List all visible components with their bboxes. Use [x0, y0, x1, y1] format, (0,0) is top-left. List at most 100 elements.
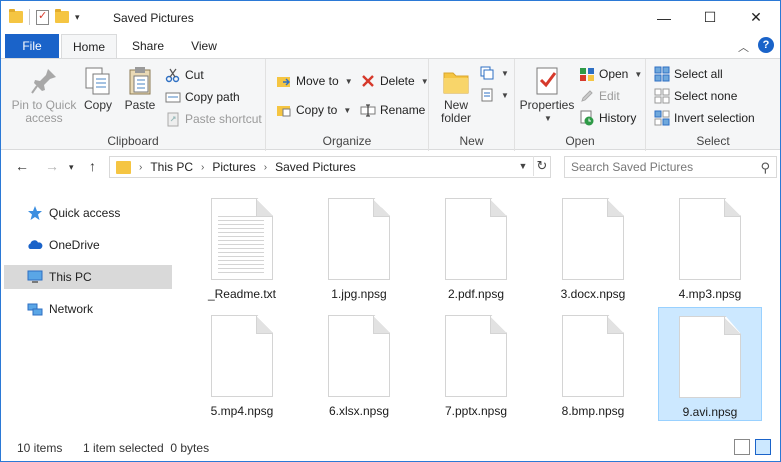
- nav-item-quick-access[interactable]: Quick access: [4, 201, 172, 225]
- search-input[interactable]: Search Saved Pictures ⚲: [564, 156, 777, 178]
- cloud-icon: [27, 237, 43, 253]
- select-none-icon: [654, 88, 670, 104]
- select-none-button[interactable]: Select none: [654, 88, 737, 104]
- file-icon: [562, 315, 624, 397]
- refresh-icon[interactable]: ↻: [533, 156, 550, 176]
- copy-button[interactable]: Copy: [81, 65, 115, 112]
- title-bar: ▾ Saved Pictures — ☐ ✕: [1, 1, 780, 34]
- minimize-button[interactable]: —: [641, 1, 687, 34]
- customize-toolbar-chevron-down-icon[interactable]: ▾: [75, 12, 80, 23]
- file-item[interactable]: 5.mp4.npsg: [190, 307, 294, 421]
- history-button[interactable]: History: [579, 110, 636, 126]
- status-bar: 10 items 1 item selected 0 bytes: [1, 434, 780, 461]
- help-icon[interactable]: ?: [758, 37, 774, 53]
- new-group-label: New: [459, 134, 484, 148]
- paste-button[interactable]: Paste: [121, 65, 159, 112]
- file-item[interactable]: 8.bmp.npsg: [541, 307, 645, 421]
- new-item-dropdown-icon: ▼: [501, 68, 509, 78]
- file-item[interactable]: 1.jpg.npsg: [307, 190, 411, 304]
- copy-path-button[interactable]: Copy path: [165, 89, 240, 105]
- select-all-button[interactable]: Select all: [654, 66, 723, 82]
- edit-icon: [579, 88, 595, 104]
- nav-item-network[interactable]: Network: [4, 297, 172, 321]
- nav-label-this-pc: This PC: [49, 270, 92, 284]
- open-button[interactable]: Open ▼: [579, 66, 642, 82]
- close-button[interactable]: ✕: [733, 1, 779, 34]
- delete-x-icon: [360, 73, 376, 89]
- edit-button[interactable]: Edit: [579, 88, 620, 104]
- tab-file[interactable]: File: [5, 34, 59, 58]
- file-item[interactable]: 2.pdf.npsg: [424, 190, 528, 304]
- properties-icon[interactable]: [36, 9, 49, 25]
- breadcrumb-saved-pictures[interactable]: Saved Pictures: [275, 160, 356, 174]
- file-name: 9.avi.npsg: [682, 405, 738, 419]
- tab-home[interactable]: Home: [61, 34, 117, 58]
- quick-access-toolbar: ▾: [9, 9, 80, 25]
- invert-selection-button[interactable]: Invert selection: [654, 110, 755, 126]
- move-to-button[interactable]: Move to ▼: [276, 73, 353, 89]
- nav-item-this-pc[interactable]: This PC: [4, 265, 172, 289]
- file-item-readme[interactable]: _Readme.txt: [190, 190, 294, 304]
- search-icon: ⚲: [760, 160, 770, 175]
- file-name: 4.mp3.npsg: [678, 287, 742, 301]
- rename-button[interactable]: Rename: [360, 102, 425, 118]
- select-group: Select all Select none Invert selection …: [646, 59, 780, 151]
- file-item[interactable]: 3.docx.npsg: [541, 190, 645, 304]
- address-bar[interactable]: › This PC › Pictures › Saved Pictures: [109, 156, 551, 178]
- recent-locations-chevron-icon[interactable]: ▾: [69, 162, 74, 173]
- forward-arrow-icon[interactable]: →: [45, 158, 59, 174]
- details-view-icon[interactable]: [734, 439, 750, 455]
- open-dropdown-icon: ▼: [634, 69, 643, 79]
- folder-icon: [9, 9, 23, 23]
- breadcrumb-chevron-icon[interactable]: ›: [264, 162, 267, 173]
- maximize-button[interactable]: ☐: [687, 1, 733, 34]
- nav-label-onedrive: OneDrive: [49, 238, 100, 252]
- tab-view[interactable]: View: [177, 34, 231, 58]
- file-item[interactable]: 6.xlsx.npsg: [307, 307, 411, 421]
- file-name: _Readme.txt: [207, 287, 277, 301]
- cut-button[interactable]: Cut: [165, 67, 204, 83]
- new-folder-icon: [440, 65, 472, 97]
- file-item[interactable]: 7.pptx.npsg: [424, 307, 528, 421]
- file-icon: [211, 315, 273, 397]
- organize-group-label: Organize: [322, 134, 372, 148]
- nav-label-quick-access: Quick access: [49, 206, 121, 220]
- rename-icon: [360, 102, 376, 118]
- window-title: Saved Pictures: [113, 11, 194, 25]
- delete-label: Delete: [380, 74, 415, 88]
- back-arrow-icon[interactable]: ←: [15, 158, 29, 174]
- file-name: 2.pdf.npsg: [447, 287, 505, 301]
- up-arrow-icon[interactable]: ↑: [89, 158, 96, 174]
- breadcrumb-chevron-icon[interactable]: ›: [201, 162, 204, 173]
- breadcrumb-this-pc[interactable]: This PC: [150, 160, 193, 174]
- delete-button[interactable]: Delete ▼: [360, 73, 429, 89]
- divider: [29, 9, 30, 25]
- copy-path-icon: [165, 89, 181, 105]
- file-name: 3.docx.npsg: [560, 287, 626, 301]
- select-group-label: Select: [696, 134, 730, 148]
- select-all-label: Select all: [674, 67, 723, 81]
- breadcrumb-chevron-icon[interactable]: ›: [139, 162, 142, 173]
- minimize-ribbon-chevron-icon[interactable]: ︿: [738, 39, 749, 55]
- breadcrumb-pictures[interactable]: Pictures: [212, 160, 255, 174]
- address-dropdown-icon[interactable]: ▼: [514, 156, 532, 176]
- easy-access-button[interactable]: ▼: [479, 87, 509, 103]
- new-folder-button[interactable]: New folder: [437, 65, 475, 125]
- tab-share[interactable]: Share: [121, 34, 175, 58]
- file-item-selected[interactable]: 9.avi.npsg: [658, 307, 762, 421]
- ribbon: Pin to Quick access Copy Paste Cut Copy …: [1, 58, 780, 151]
- edit-label: Edit: [599, 89, 620, 103]
- paste-shortcut-button[interactable]: Paste shortcut: [165, 111, 262, 127]
- new-item-button[interactable]: ▼: [479, 65, 509, 81]
- new-folder-icon[interactable]: [55, 9, 69, 23]
- properties-button[interactable]: Properties ▼: [519, 65, 575, 125]
- move-to-dropdown-icon: ▼: [344, 76, 353, 86]
- large-icons-view-icon[interactable]: [755, 439, 771, 455]
- copy-to-button[interactable]: Copy to ▼: [276, 102, 351, 118]
- nav-item-onedrive[interactable]: OneDrive: [4, 233, 172, 257]
- copy-icon: [82, 65, 114, 97]
- properties-label: Properties: [519, 98, 575, 112]
- properties-dropdown-icon: ▼: [544, 114, 552, 123]
- pin-to-quick-access-button[interactable]: Pin to Quick access: [9, 65, 79, 125]
- file-item[interactable]: 4.mp3.npsg: [658, 190, 762, 304]
